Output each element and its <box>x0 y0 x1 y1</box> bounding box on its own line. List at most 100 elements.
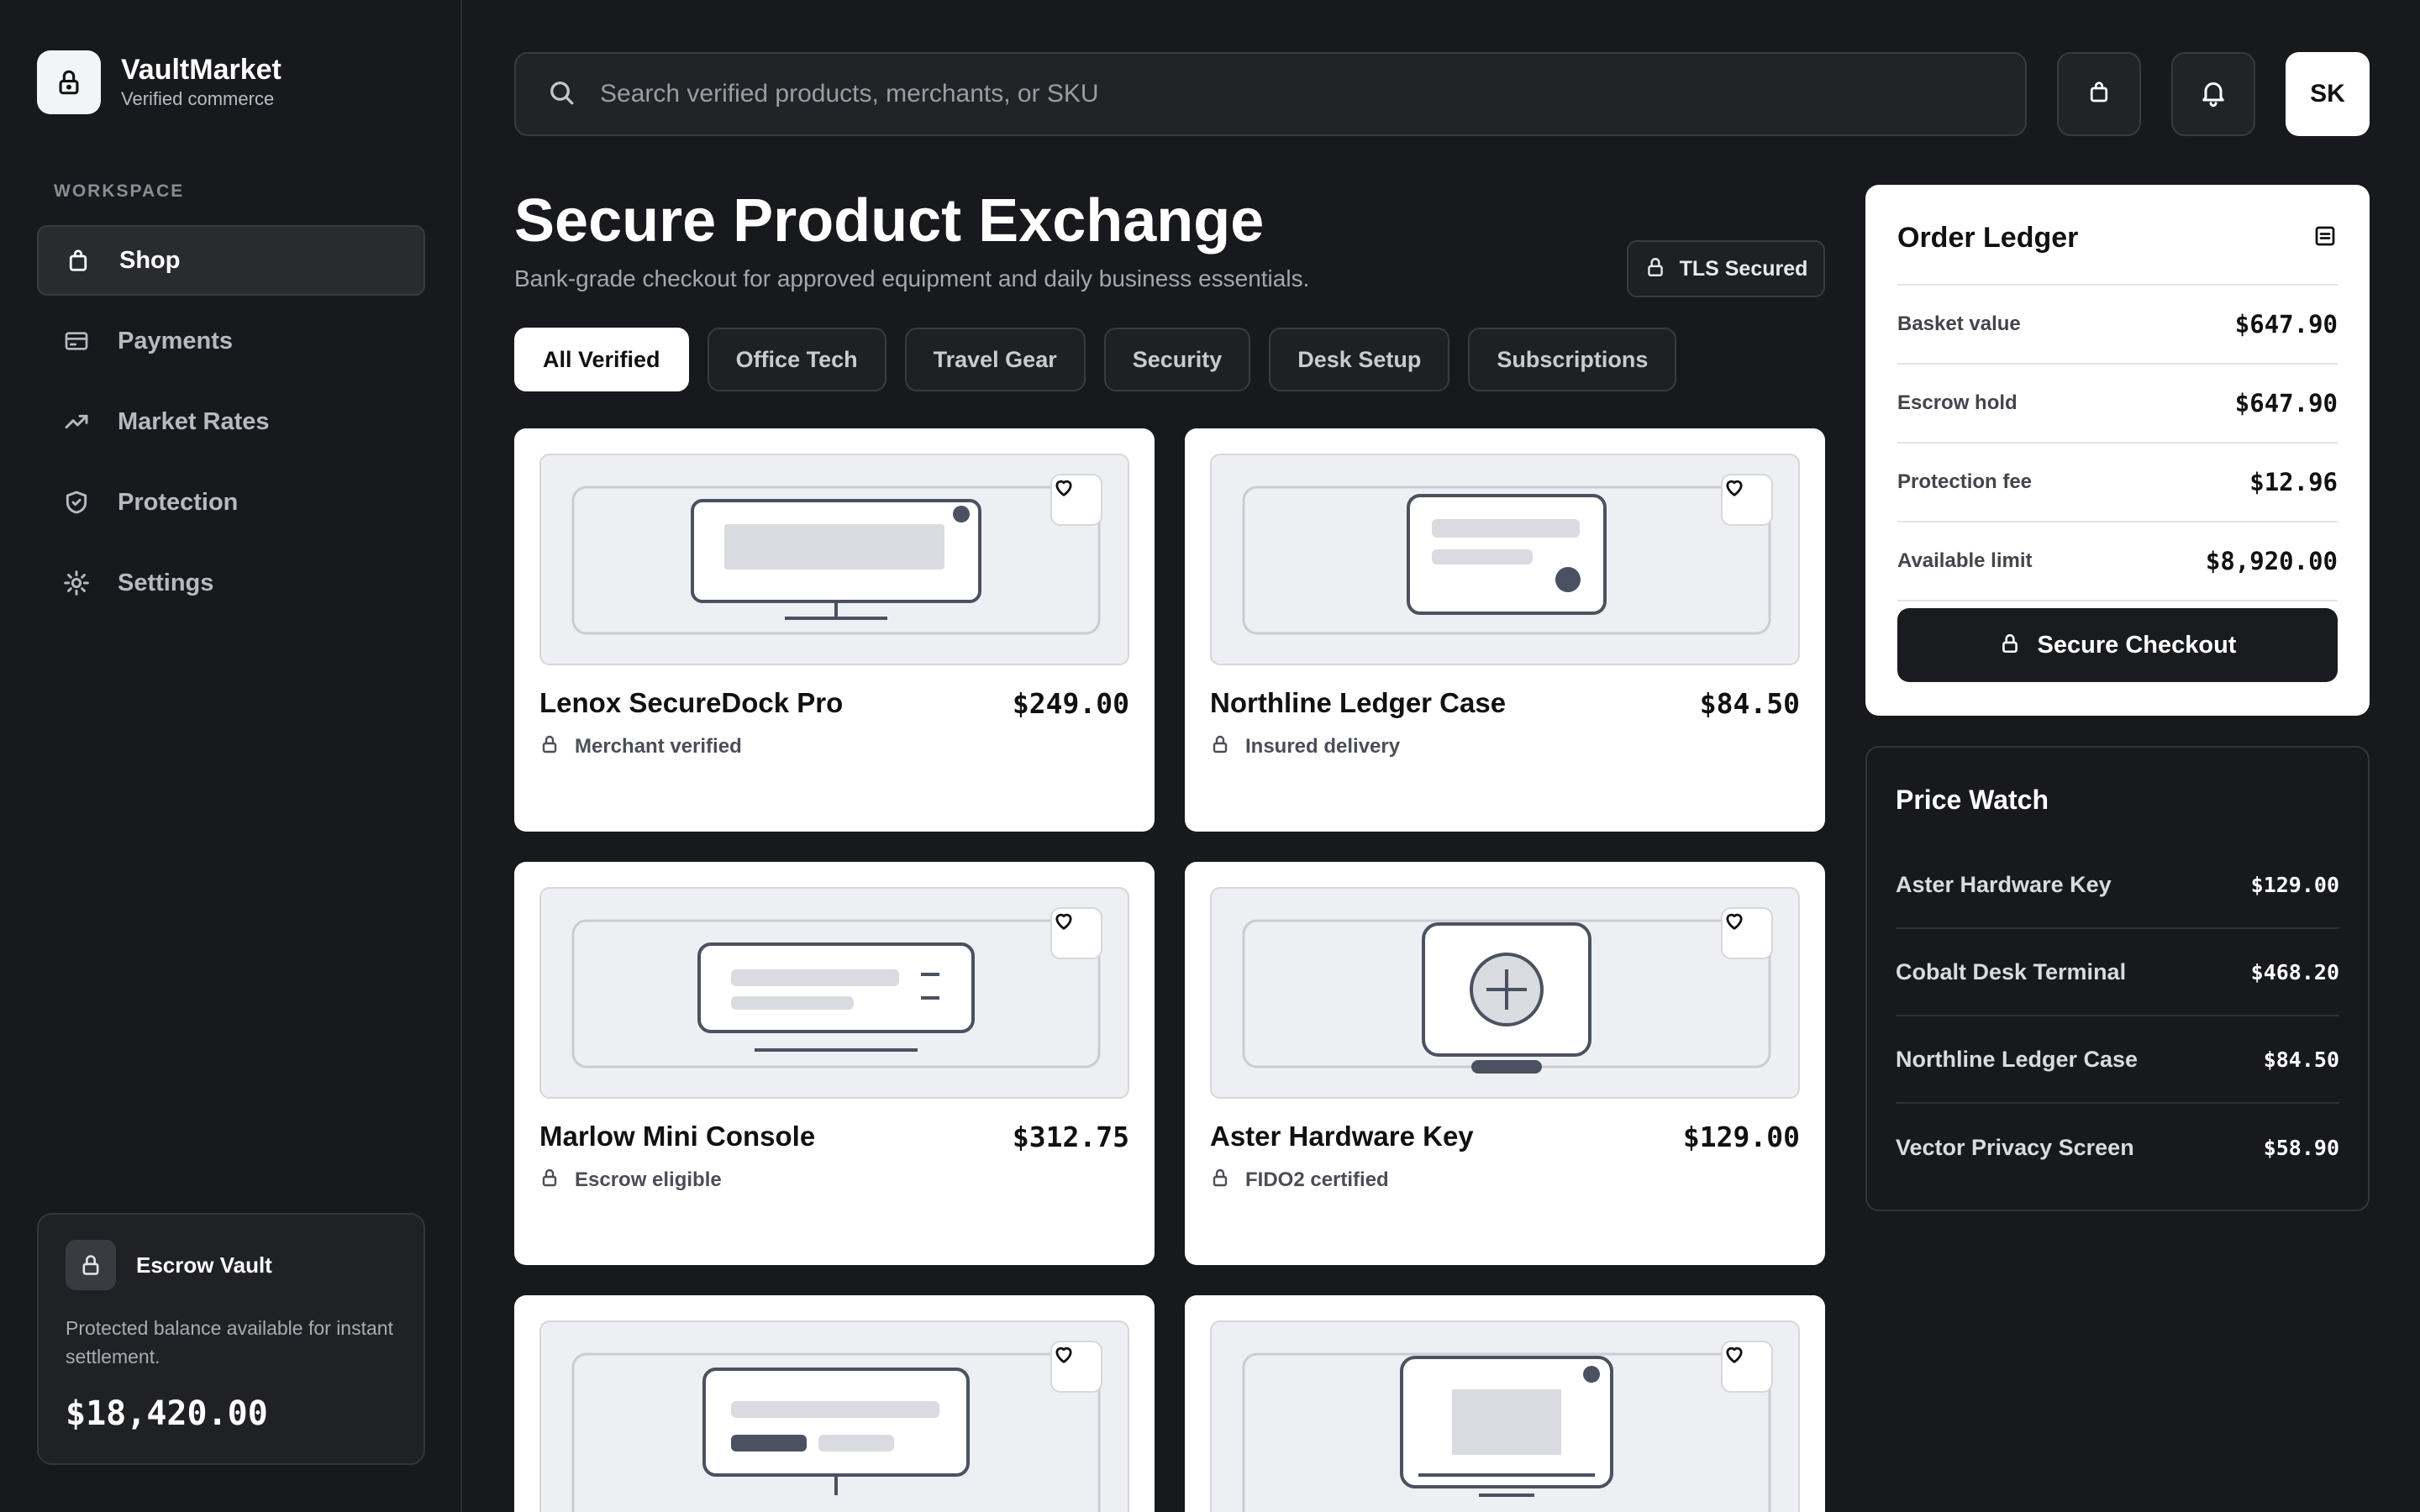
product-price: $84.50 <box>1699 687 1800 720</box>
product-badge-label: Merchant verified <box>575 734 742 758</box>
watch-item-price: $129.00 <box>2250 872 2339 897</box>
price-watch-item[interactable]: Northline Ledger Case $84.50 <box>1896 1016 2339 1104</box>
filter-office-tech[interactable]: Office Tech <box>707 328 886 391</box>
favorite-button[interactable] <box>1050 1341 1102 1393</box>
brand[interactable]: VaultMarket Verified commerce <box>37 50 281 114</box>
ledger-value: $12.96 <box>2249 468 2338 496</box>
sidebar-item-payments[interactable]: Payments <box>37 306 425 376</box>
product-badge-label: Escrow eligible <box>575 1168 722 1191</box>
sidebar-item-market-rates[interactable]: Market Rates <box>37 386 425 457</box>
hardware-key-illustration <box>1242 919 1771 1074</box>
filter-travel-gear[interactable]: Travel Gear <box>904 328 1086 391</box>
lock-icon <box>1644 256 1666 282</box>
sidebar-item-shop[interactable]: Shop <box>37 225 425 296</box>
lock-icon <box>37 50 101 114</box>
monitor-illustration <box>571 486 1101 635</box>
lock-icon <box>539 1168 560 1192</box>
ledger-row-basket-value: Basket value $647.90 <box>1897 286 2338 365</box>
product-card[interactable]: Aster Hardware Key $129.00 FIDO2 certifi… <box>1185 862 1825 1265</box>
filter-security[interactable]: Security <box>1103 328 1251 391</box>
page-title: Secure Product Exchange <box>514 187 1265 255</box>
tls-badge-label: TLS Secured <box>1679 256 1808 281</box>
sidebar-nav: Shop Payments Market Rates Protection Se… <box>37 225 425 628</box>
ledger-value: $8,920.00 <box>2205 547 2338 575</box>
escrow-vault-card: Escrow Vault Protected balance available… <box>37 1213 425 1465</box>
product-name[interactable]: Lenox SecureDock Pro <box>539 687 843 719</box>
card-icon <box>62 327 91 355</box>
watch-item-name: Aster Hardware Key <box>1896 871 2112 897</box>
ledger-value: $647.90 <box>2234 310 2338 339</box>
product-name[interactable]: Aster Hardware Key <box>1210 1121 1474 1152</box>
trend-icon <box>62 407 91 436</box>
tls-secured-badge: TLS Secured <box>1627 240 1825 297</box>
product-card[interactable]: Lenox SecureDock Pro $249.00 Merchant ve… <box>514 428 1155 832</box>
product-badge-label: FIDO2 certified <box>1245 1168 1389 1191</box>
sidebar-item-label: Shop <box>119 246 181 274</box>
product-card[interactable] <box>1185 1295 1825 1512</box>
brand-name: VaultMarket <box>121 54 281 86</box>
terminal-illustration <box>571 1352 1101 1512</box>
search-input[interactable] <box>600 80 1944 108</box>
ledger-label: Available limit <box>1897 549 2033 572</box>
product-image <box>1210 887 1800 1099</box>
gear-icon <box>62 569 91 597</box>
product-image <box>1210 454 1800 665</box>
privacy-screen-illustration <box>1242 1352 1771 1512</box>
ledger-value: $647.90 <box>2234 389 2338 417</box>
case-illustration <box>1242 486 1771 635</box>
lock-icon <box>539 734 560 759</box>
lock-icon <box>1210 1168 1230 1192</box>
sidebar-item-label: Settings <box>118 569 214 596</box>
search-bar[interactable] <box>514 52 2027 136</box>
product-badge-label: Insured delivery <box>1245 734 1401 758</box>
favorite-button[interactable] <box>1050 474 1102 526</box>
price-watch-item[interactable]: Cobalt Desk Terminal $468.20 <box>1896 929 2339 1016</box>
ledger-label: Escrow hold <box>1897 391 2018 414</box>
vault-title: Escrow Vault <box>136 1252 272 1278</box>
favorite-button[interactable] <box>1721 1341 1773 1393</box>
price-watch: Price Watch Aster Hardware Key $129.00 C… <box>1865 746 2370 1211</box>
page-subtitle: Bank-grade checkout for approved equipme… <box>514 265 1310 291</box>
filter-subscriptions[interactable]: Subscriptions <box>1468 328 1677 391</box>
lock-icon <box>1210 734 1230 759</box>
favorite-button[interactable] <box>1721 907 1773 959</box>
product-card[interactable]: Northline Ledger Case $84.50 Insured del… <box>1185 428 1825 832</box>
watch-item-price: $84.50 <box>2263 1047 2339 1072</box>
receipt-icon[interactable] <box>2312 223 2338 253</box>
console-illustration <box>571 919 1101 1068</box>
watch-item-price: $58.90 <box>2263 1135 2339 1160</box>
bag-icon <box>64 246 92 275</box>
product-name[interactable]: Marlow Mini Console <box>539 1121 815 1152</box>
ledger-row-protection-fee: Protection fee $12.96 <box>1897 444 2338 522</box>
sidebar-item-protection[interactable]: Protection <box>37 467 425 538</box>
favorite-button[interactable] <box>1050 907 1102 959</box>
product-image <box>539 887 1129 1099</box>
price-watch-item[interactable]: Vector Privacy Screen $58.90 <box>1896 1104 2339 1191</box>
sidebar-item-label: Payments <box>118 327 234 354</box>
watch-item-name: Cobalt Desk Terminal <box>1896 958 2127 984</box>
cart-button[interactable] <box>2057 52 2141 136</box>
sidebar-item-settings[interactable]: Settings <box>37 548 425 618</box>
filter-all-verified[interactable]: All Verified <box>514 328 689 391</box>
category-filters: All Verified Office Tech Travel Gear Sec… <box>514 328 1695 391</box>
product-price: $249.00 <box>1012 687 1129 720</box>
product-badge: Merchant verified <box>539 734 742 759</box>
notifications-button[interactable] <box>2171 52 2255 136</box>
product-card[interactable] <box>514 1295 1155 1512</box>
bag-icon <box>2086 80 2112 109</box>
product-badge: Insured delivery <box>1210 734 1400 759</box>
avatar[interactable]: SK <box>2286 52 2370 136</box>
price-watch-item[interactable]: Aster Hardware Key $129.00 <box>1896 842 2339 929</box>
vault-balance: $18,420.00 <box>66 1394 268 1433</box>
ledger-title: Order Ledger <box>1897 221 2079 254</box>
favorite-button[interactable] <box>1721 474 1773 526</box>
secure-checkout-button[interactable]: Secure Checkout <box>1897 608 2338 682</box>
order-ledger: Order Ledger Basket value $647.90 Escrow… <box>1865 185 2370 716</box>
product-name[interactable]: Northline Ledger Case <box>1210 687 1506 719</box>
watch-item-name: Northline Ledger Case <box>1896 1046 2139 1072</box>
product-card[interactable]: Marlow Mini Console $312.75 Escrow eligi… <box>514 862 1155 1265</box>
filter-desk-setup[interactable]: Desk Setup <box>1269 328 1450 391</box>
ledger-label: Basket value <box>1897 312 2021 335</box>
product-image <box>1210 1320 1800 1512</box>
shield-icon <box>62 488 91 517</box>
